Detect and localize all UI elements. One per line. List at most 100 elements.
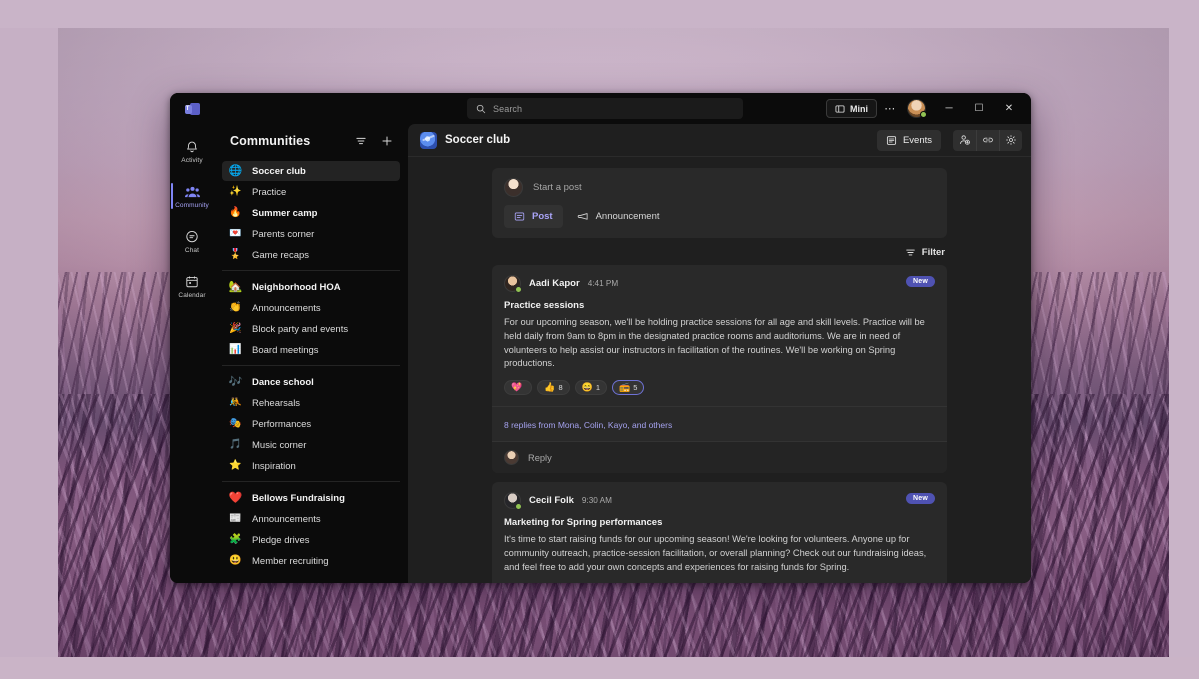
post-title: Marketing for Spring performances bbox=[504, 517, 663, 528]
community-group: 🏡 Neighborhood HOA 👏 Announcements 🎉 Blo… bbox=[222, 270, 400, 365]
app-logo: T bbox=[170, 102, 214, 116]
post-button[interactable]: Post bbox=[504, 205, 563, 228]
channel-label: Game recaps bbox=[252, 249, 310, 261]
sidebar-item-label: Chat bbox=[184, 246, 200, 254]
content-header: Soccer club Events bbox=[408, 124, 1031, 157]
channel-item-parents-corner[interactable]: 💌 Parents corner bbox=[222, 224, 400, 244]
minimize-button[interactable]: ─ bbox=[935, 93, 963, 124]
channel-item-announcements-hoa[interactable]: 👏 Announcements bbox=[222, 298, 400, 318]
close-button[interactable]: ✕ bbox=[995, 93, 1023, 124]
reaction-pill[interactable]: 💖 bbox=[504, 380, 533, 395]
post-body: For our upcoming season, we'll be holdin… bbox=[504, 317, 925, 369]
channel-emoji-icon: 📰 bbox=[229, 513, 242, 524]
maximize-button[interactable]: ☐ bbox=[965, 93, 993, 124]
channel-label: Board meetings bbox=[252, 344, 319, 356]
channel-item-pledge-drives[interactable]: 🧩 Pledge drives bbox=[222, 530, 400, 550]
window-body: Activity Community Chat Calendar Communi… bbox=[170, 124, 1031, 583]
post-feed: Start a post Post Announcement Filter Aa… bbox=[408, 157, 1031, 583]
sidebar-item-label: Community bbox=[175, 201, 209, 209]
sidebar-item-chat[interactable]: Chat bbox=[171, 220, 213, 262]
channel-emoji-icon: 💌 bbox=[229, 228, 242, 239]
reaction-count: 8 bbox=[558, 383, 563, 392]
reaction-count: 5 bbox=[633, 383, 638, 392]
channel-emoji-icon: 👏 bbox=[229, 302, 242, 313]
calendar-icon bbox=[185, 274, 199, 290]
add-member-icon[interactable] bbox=[953, 130, 976, 151]
channel-item-music-corner[interactable]: 🎵 Music corner bbox=[222, 435, 400, 455]
communities-list: 🌐 Soccer club ✨ Practice 🔥 Summer camp 💌… bbox=[214, 157, 408, 583]
post-header: Cecil Folk 9:30 AM New bbox=[504, 492, 935, 510]
post-reactions: 💖 👍 8 😄 1 📻 5 bbox=[504, 380, 935, 406]
channel-item-board-meetings[interactable]: 📊 Board meetings bbox=[222, 340, 400, 360]
filter-icon[interactable] bbox=[352, 132, 370, 150]
channel-emoji-icon: 😃 bbox=[229, 555, 242, 566]
community-item-neighborhood-hoa[interactable]: 🏡 Neighborhood HOA bbox=[222, 277, 400, 297]
search-placeholder: Search bbox=[493, 103, 523, 114]
presence-badge-available bbox=[515, 503, 522, 510]
reaction-emoji: 💖 bbox=[511, 382, 523, 392]
community-item-soccer-club[interactable]: 🌐 Soccer club bbox=[222, 161, 400, 181]
post-title: Practice sessions bbox=[504, 300, 585, 311]
channel-label: Pledge drives bbox=[252, 534, 310, 546]
sidebar-item-calendar[interactable]: Calendar bbox=[171, 265, 213, 307]
community-label: Soccer club bbox=[252, 165, 306, 177]
channel-item-summer-camp[interactable]: 🔥 Summer camp bbox=[222, 203, 400, 223]
settings-gear-icon[interactable] bbox=[999, 129, 1022, 151]
announcement-button[interactable]: Announcement bbox=[567, 205, 670, 228]
channel-emoji-icon: 🎉 bbox=[229, 323, 242, 334]
channel-label: Inspiration bbox=[252, 460, 296, 472]
feed-filter-button[interactable]: Filter bbox=[905, 247, 945, 258]
plus-icon[interactable] bbox=[378, 132, 396, 150]
post-icon bbox=[514, 211, 525, 222]
channel-item-practice[interactable]: ✨ Practice bbox=[222, 182, 400, 202]
reply-placeholder: Reply bbox=[528, 452, 552, 463]
community-item-dance-school[interactable]: 🎶 Dance school bbox=[222, 372, 400, 392]
search-icon bbox=[476, 104, 486, 114]
communities-title: Communities bbox=[230, 133, 311, 148]
status-badge-new: New bbox=[906, 493, 935, 504]
channel-item-block-party-and-events[interactable]: 🎉 Block party and events bbox=[222, 319, 400, 339]
bell-icon bbox=[185, 139, 199, 155]
reaction-emoji: 📻 bbox=[619, 382, 631, 392]
communities-sidebar: Communities 🌐 Soccer club ✨ Practice 🔥 S… bbox=[214, 124, 408, 583]
search-input[interactable]: Search bbox=[467, 98, 743, 119]
channel-item-performances[interactable]: 🎭 Performances bbox=[222, 414, 400, 434]
reaction-pill[interactable]: 📻 5 bbox=[612, 380, 645, 395]
composer-input-row[interactable]: Start a post bbox=[504, 178, 935, 197]
post-replies-summary: 8 replies from Mona, Colin, Kayo, and ot… bbox=[492, 406, 947, 441]
channel-item-inspiration[interactable]: ⭐ Inspiration bbox=[222, 456, 400, 476]
post-author-name: Cecil Folk bbox=[529, 495, 574, 506]
channel-label: Member recruiting bbox=[252, 555, 329, 567]
view-replies-link[interactable]: 8 replies from Mona, Colin, Kayo, and ot… bbox=[504, 420, 672, 430]
reaction-pill[interactable]: 😄 1 bbox=[574, 380, 607, 395]
post-author-avatar bbox=[504, 492, 522, 510]
events-button[interactable]: Events bbox=[876, 129, 941, 151]
channel-item-announcements-fundraising[interactable]: 📰 Announcements bbox=[222, 509, 400, 529]
reply-input[interactable]: Reply bbox=[492, 441, 947, 473]
post-card: Aadi Kapor 4:41 PM New Practice sessions… bbox=[492, 265, 947, 473]
channel-item-rehearsals[interactable]: 🤼 Rehearsals bbox=[222, 393, 400, 413]
channel-item-game-recaps[interactable]: 🎖️ Game recaps bbox=[222, 245, 400, 265]
microsoft-teams-logo: T bbox=[184, 102, 200, 116]
channel-item-member-recruiting[interactable]: 😃 Member recruiting bbox=[222, 551, 400, 571]
sidebar-item-community[interactable]: Community bbox=[171, 175, 213, 217]
filter-label: Filter bbox=[921, 247, 945, 258]
calendar-list-icon bbox=[886, 135, 897, 146]
user-avatar[interactable] bbox=[907, 99, 927, 118]
titlebar-more-button[interactable]: ⋯ bbox=[879, 98, 901, 120]
channel-label: Rehearsals bbox=[252, 397, 301, 409]
channel-label: Performances bbox=[252, 418, 312, 430]
app-rail: Activity Community Chat Calendar bbox=[170, 124, 214, 583]
community-label: Dance school bbox=[252, 376, 314, 388]
reaction-emoji: 😄 bbox=[581, 382, 593, 392]
reaction-pill[interactable]: 👍 8 bbox=[537, 380, 570, 395]
link-icon[interactable] bbox=[976, 129, 999, 151]
reaction-emoji: 👍 bbox=[544, 382, 556, 392]
sidebar-item-activity[interactable]: Activity bbox=[171, 130, 213, 172]
channel-emoji-icon: 🎖️ bbox=[229, 249, 242, 260]
mini-mode-button[interactable]: Mini bbox=[826, 99, 877, 118]
post-author-name: Aadi Kapor bbox=[529, 278, 580, 289]
channel-label: Announcements bbox=[252, 513, 321, 525]
sidebar-item-label: Calendar bbox=[178, 291, 206, 299]
community-item-bellows-fundraising[interactable]: ❤️ Bellows Fundraising bbox=[222, 488, 400, 508]
